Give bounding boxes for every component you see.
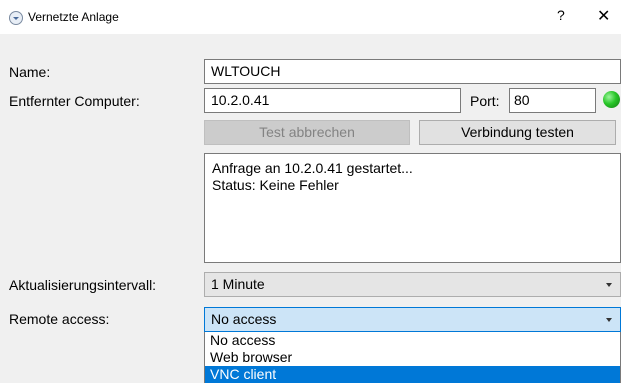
cancel-test-button[interactable]: Test abbrechen [204, 120, 410, 145]
update-interval-value: 1 Minute [211, 276, 265, 292]
port-input[interactable]: 80 [509, 88, 596, 113]
remote-access-select[interactable]: No access [204, 307, 621, 332]
remote-access-value: No access [211, 311, 277, 327]
update-interval-select[interactable]: 1 Minute [204, 272, 621, 297]
test-connection-button[interactable]: Verbindung testen [419, 120, 616, 145]
dropdown-option-no-access[interactable]: No access [205, 332, 620, 349]
app-icon [9, 11, 23, 25]
status-line: Status: Keine Fehler [212, 177, 339, 193]
remote-access-dropdown: No access Web browser VNC client [204, 332, 621, 383]
status-line: Anfrage an 10.2.0.41 gestartet... [212, 160, 413, 176]
port-label: Port: [470, 93, 500, 109]
name-label: Name: [9, 64, 51, 80]
remote-access-label: Remote access: [9, 311, 110, 327]
status-led-icon [603, 91, 620, 108]
computer-label: Entfernter Computer: [9, 93, 140, 109]
close-button[interactable]: ✕ [597, 6, 610, 26]
title-bar: Vernetzte Anlage ? ✕ [0, 0, 621, 34]
help-button[interactable]: ? [557, 7, 565, 23]
chevron-down-icon [606, 318, 612, 322]
dropdown-option-web-browser[interactable]: Web browser [205, 349, 620, 366]
chevron-down-icon [606, 283, 612, 287]
dropdown-option-vnc-client[interactable]: VNC client [205, 366, 620, 383]
computer-input[interactable]: 10.2.0.41 [204, 88, 461, 113]
update-interval-label: Aktualisierungsintervall: [9, 277, 157, 293]
status-output: Anfrage an 10.2.0.41 gestartet... Status… [204, 153, 621, 263]
name-input[interactable]: WLTOUCH [204, 59, 621, 84]
window-title: Vernetzte Anlage [28, 10, 119, 24]
